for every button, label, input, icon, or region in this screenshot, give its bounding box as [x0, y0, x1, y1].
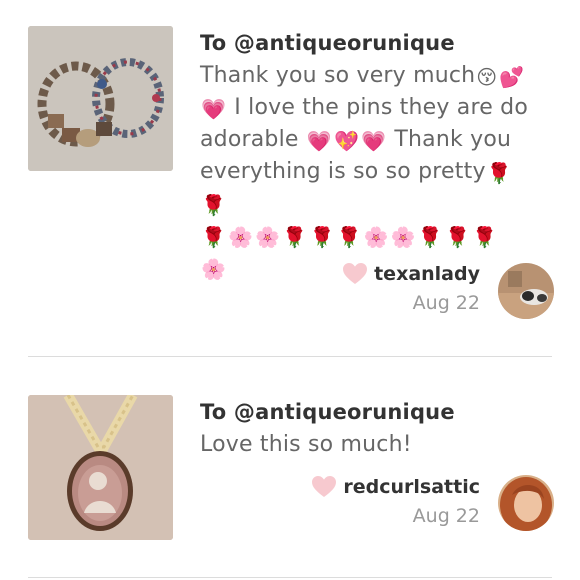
review-card: To @antiqueorunique Love this so much! r…: [0, 357, 580, 580]
heart-icon: [312, 476, 337, 497]
listing-thumbnail[interactable]: [28, 395, 173, 540]
growing-heart-emoji: 💗: [361, 129, 387, 153]
review-date: Aug 22: [412, 292, 480, 314]
reviewer-avatar[interactable]: [498, 263, 554, 319]
cherry-blossom-emoji: 🌸: [390, 225, 416, 249]
rose-emoji: 🌹: [444, 225, 471, 249]
review-body: To @antiqueorunique Love this so much!: [200, 397, 545, 461]
review-body: To @antiqueorunique Thank you so very mu…: [200, 28, 545, 284]
sparkling-heart-emoji: 💖: [333, 129, 360, 153]
reviewer-avatar[interactable]: [498, 475, 554, 531]
cherry-blossom-emoji: 🌸: [255, 225, 281, 249]
rose-emoji: 🌹: [417, 225, 443, 249]
recipient-line: To @antiqueorunique: [200, 31, 455, 55]
message-text: I love the pins they are do: [227, 95, 528, 120]
rose-emoji: 🌹: [201, 193, 227, 217]
growing-heart-emoji: 💗: [306, 129, 332, 153]
message-line: 💗 I love the pins they are do: [200, 92, 545, 124]
cherry-blossom-emoji: 🌸: [228, 225, 254, 249]
reviewer-row: texanlady: [342, 262, 480, 286]
reviewer-username[interactable]: redcurlsattic: [343, 476, 480, 498]
review-message: Love this so much!: [200, 429, 545, 461]
growing-heart-emoji: 💗: [201, 97, 227, 121]
message-line: adorable 💗 💖 💗 Thank you: [200, 124, 545, 156]
rose-emoji: 🌹: [336, 225, 362, 249]
rose-emoji: 🌹: [201, 225, 227, 249]
reviewer-row: redcurlsattic: [311, 475, 480, 499]
beaded-bracelets-photo: [28, 26, 173, 171]
recipient-line: To @antiqueorunique: [200, 400, 455, 424]
two-hearts-emoji: 💕: [499, 65, 525, 89]
message-text: adorable: [200, 127, 306, 152]
reviewer-meta: redcurlsattic Aug 22: [311, 475, 480, 527]
rose-emoji: 🌹: [472, 225, 498, 249]
rose-emoji: 🌹: [309, 225, 335, 249]
message-line: Love this so much!: [200, 429, 545, 461]
message-line: everything is so so pretty🌹 🌹: [200, 156, 545, 220]
kissing-face-emoji: 😚: [476, 65, 498, 89]
reviewer-meta: texanlady Aug 22: [342, 262, 480, 314]
review-card: To @antiqueorunique Thank you so very mu…: [0, 0, 580, 356]
heart-icon: [343, 263, 368, 284]
message-text: Thank you so very much: [200, 63, 476, 88]
rose-emoji: 🌹: [486, 161, 512, 185]
message-text: everything is so so pretty: [200, 159, 486, 184]
message-text: Love this so much!: [200, 432, 412, 457]
message-line: 🌹 🌸 🌸 🌹 🌹 🌹 🌸 🌸 🌹 🌹 🌹: [200, 220, 545, 252]
rose-emoji: 🌹: [282, 225, 308, 249]
cherry-blossom-emoji: 🌸: [201, 257, 227, 281]
listing-thumbnail[interactable]: [28, 26, 173, 171]
cat-avatar: [498, 263, 554, 319]
red-hair-avatar: [498, 475, 554, 531]
review-date: Aug 22: [412, 505, 480, 527]
message-line: Thank you so very much😚 💕: [200, 60, 545, 92]
review-message: Thank you so very much😚 💕 💗 I love the pi…: [200, 60, 545, 284]
cherry-blossom-emoji: 🌸: [363, 225, 389, 249]
message-text: Thank you: [387, 127, 512, 152]
reviewer-username[interactable]: texanlady: [374, 263, 480, 285]
cameo-pendant-photo: [28, 395, 173, 540]
divider: [28, 577, 552, 578]
